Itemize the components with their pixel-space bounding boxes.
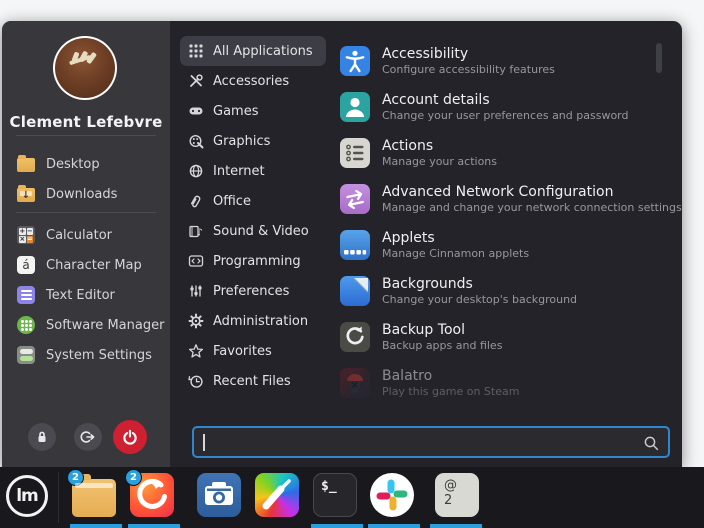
category-internet[interactable]: Internet — [180, 156, 326, 186]
category-office[interactable]: Office — [180, 186, 326, 216]
sidebar-item-system-settings[interactable]: System Settings — [16, 340, 162, 370]
characters-icon-line1: @ — [444, 478, 479, 493]
sidebar-item-software-manager[interactable]: Software Manager — [16, 310, 162, 340]
gear-icon — [188, 313, 204, 329]
app-row-applets[interactable]: Applets Manage Cinnamon applets — [340, 222, 652, 268]
power-button[interactable] — [113, 420, 147, 454]
system-settings-icon — [16, 345, 36, 365]
text-editor-icon — [16, 285, 36, 305]
divider — [16, 135, 156, 136]
search-icon — [643, 435, 660, 452]
category-all-applications[interactable]: All Applications — [180, 36, 326, 66]
category-games[interactable]: Games — [180, 96, 326, 126]
sidebar-item-text-editor[interactable]: Text Editor — [16, 280, 162, 310]
backup-tool-icon — [340, 322, 370, 352]
window-indicator — [128, 524, 180, 528]
notification-badge: 2 — [67, 469, 84, 486]
lock-screen-button[interactable] — [28, 423, 56, 451]
window-indicator — [368, 524, 420, 528]
category-administration[interactable]: Administration — [180, 306, 326, 336]
divider — [16, 212, 156, 213]
taskbar-item-files[interactable]: 2 — [72, 479, 116, 517]
app-row-balatro[interactable]: Balatro Play this game on Steam — [340, 360, 652, 406]
tools-icon — [188, 73, 204, 89]
sidebar-item-desktop[interactable]: Desktop — [16, 149, 162, 179]
terminal-prompt: $_ — [321, 479, 337, 494]
camera-icon — [197, 473, 241, 517]
history-clock-icon — [188, 373, 204, 389]
category-recent-files[interactable]: Recent Files — [180, 366, 326, 396]
menu-sidebar: Clement Lefebvre Desktop ↓ Downloads +−×… — [2, 21, 170, 467]
taskbar-item-drawing[interactable] — [255, 473, 299, 517]
taskbar-item-screenshot[interactable] — [197, 473, 241, 517]
category-programming[interactable]: Programming — [180, 246, 326, 276]
globe-icon — [188, 163, 204, 179]
power-icon — [121, 428, 139, 446]
palette-icon — [188, 133, 204, 149]
search-input[interactable] — [194, 428, 668, 456]
folder-icon — [16, 154, 36, 174]
app-row-advanced-network-configuration[interactable]: Advanced Network Configuration Manage an… — [340, 176, 652, 222]
applets-icon — [340, 230, 370, 260]
avatar[interactable] — [53, 36, 117, 100]
lock-icon — [34, 429, 50, 445]
mint-logo: lm — [16, 486, 38, 506]
category-graphics[interactable]: Graphics — [180, 126, 326, 156]
character-map-icon: á — [16, 255, 36, 275]
app-row-account-details[interactable]: Account details Change your user prefere… — [340, 84, 652, 130]
grid-icon — [188, 43, 204, 59]
taskbar-panel: lm 2 2 $_ — [0, 467, 704, 528]
characters-icon-line2: 2 — [444, 493, 479, 508]
app-row-actions[interactable]: Actions Manage your actions — [340, 130, 652, 176]
window-indicator — [430, 524, 482, 528]
taskbar-item-slack[interactable] — [370, 473, 414, 517]
window-indicator — [70, 524, 122, 528]
divider — [58, 472, 59, 523]
gamepad-icon — [188, 103, 204, 119]
taskbar-item-firefox[interactable]: 2 — [130, 473, 174, 517]
sidebar-item-character-map[interactable]: á Character Map — [16, 250, 162, 280]
category-favorites[interactable]: Favorites — [180, 336, 326, 366]
film-note-icon: ♪ — [188, 223, 204, 239]
backgrounds-icon — [340, 276, 370, 306]
accessibility-icon — [340, 46, 370, 76]
svg-text:♪: ♪ — [197, 228, 203, 239]
category-accessories[interactable]: Accessories — [180, 66, 326, 96]
notification-badge: 2 — [125, 469, 142, 486]
calculator-icon: +−×= — [16, 225, 36, 245]
logout-icon — [80, 429, 96, 445]
sliders-icon — [188, 283, 204, 299]
user-name: Clement Lefebvre — [2, 113, 170, 131]
text-cursor — [203, 434, 205, 451]
application-menu: Clement Lefebvre Desktop ↓ Downloads +−×… — [2, 21, 682, 467]
app-row-backup-tool[interactable]: Backup Tool Backup apps and files — [340, 314, 652, 360]
balatro-icon — [340, 368, 370, 398]
window-indicator — [311, 524, 363, 528]
logout-button[interactable] — [74, 423, 102, 451]
network-arrows-icon — [340, 184, 370, 214]
menu-button[interactable]: lm — [6, 475, 48, 517]
search-bar — [192, 426, 670, 458]
star-icon — [188, 343, 204, 359]
taskbar-item-characters[interactable]: @ 2 — [435, 473, 479, 517]
app-row-backgrounds[interactable]: Backgrounds Change your desktop's backgr… — [340, 268, 652, 314]
software-manager-icon — [16, 315, 36, 335]
avatar-image — [55, 38, 115, 98]
downloads-folder-icon: ↓ — [16, 184, 36, 204]
actions-icon — [340, 138, 370, 168]
scrollbar-thumb[interactable] — [656, 43, 662, 73]
paintbrush-icon — [255, 473, 299, 517]
code-icon — [188, 253, 204, 269]
paperclip-icon — [188, 193, 204, 209]
slack-icon — [370, 473, 414, 517]
sidebar-item-downloads[interactable]: ↓ Downloads — [16, 179, 162, 209]
sidebar-item-calculator[interactable]: +−×= Calculator — [16, 220, 162, 250]
category-sound-video[interactable]: ♪ Sound & Video — [180, 216, 326, 246]
taskbar-item-terminal[interactable]: $_ — [313, 473, 357, 517]
app-row-accessibility[interactable]: Accessibility Configure accessibility fe… — [340, 38, 652, 84]
account-details-icon — [340, 92, 370, 122]
category-preferences[interactable]: Preferences — [180, 276, 326, 306]
